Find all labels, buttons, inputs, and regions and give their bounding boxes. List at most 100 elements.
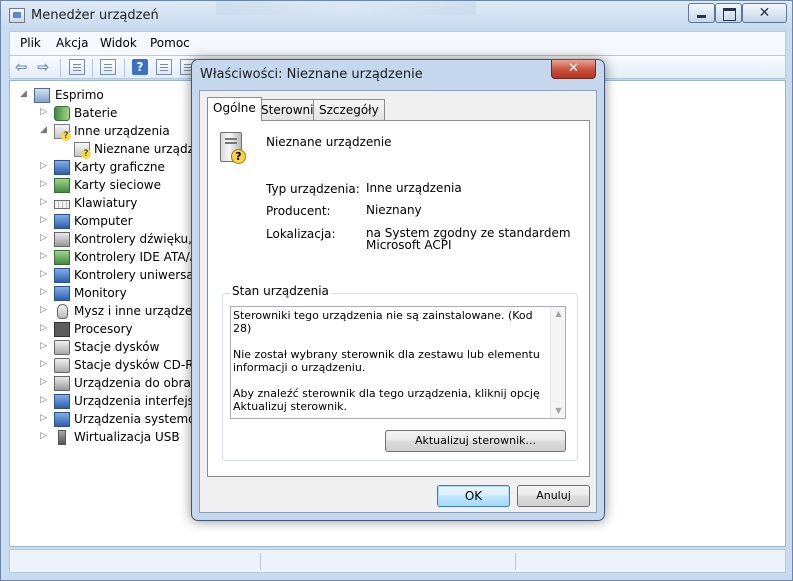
- expand-arrow-icon[interactable]: ▷: [40, 197, 47, 207]
- processor-icon: [54, 322, 70, 337]
- expand-arrow-icon[interactable]: ▷: [40, 107, 47, 117]
- tree-item-label: Karty sieciowe: [74, 178, 162, 192]
- help-icon[interactable]: ?: [132, 59, 148, 75]
- tab-szczegoly[interactable]: Szczegóły: [313, 99, 385, 120]
- monitor-icon: [54, 286, 70, 301]
- status-scrollbar[interactable]: ▲ ▼: [550, 307, 565, 418]
- ide-controller-icon: [54, 250, 70, 265]
- device-manager-icon: [9, 8, 25, 23]
- expand-arrow-icon[interactable]: ▷: [40, 287, 47, 297]
- display-adapter-icon: [54, 160, 70, 175]
- expand-arrow-icon[interactable]: ▷: [40, 341, 47, 351]
- tree-item-label: Kontrolery IDE ATA/AT: [74, 250, 205, 264]
- expand-arrow-icon[interactable]: ▷: [40, 251, 47, 261]
- ok-button[interactable]: OK: [437, 485, 510, 507]
- prop-label-manufacturer: Producent:: [266, 204, 331, 218]
- tab-panel-general: ? Nieznane urządzenie Typ urządzenia: In…: [207, 120, 590, 477]
- back-arrow-icon[interactable]: ⇦: [15, 59, 31, 75]
- device-name: Nieznane urządzenie: [266, 135, 392, 149]
- dialog-client: Ogólne Sterownik Szczegóły ? Nieznane ur…: [199, 90, 597, 513]
- properties-dialog: Właściwości: Nieznane urządzenie ✕ Ogóln…: [191, 59, 605, 521]
- prop-value-type: Inne urządzenia: [366, 181, 462, 195]
- scroll-down-icon[interactable]: ▼: [551, 404, 565, 418]
- status-line: Sterowniki tego urządzenia nie są zainst…: [233, 309, 533, 335]
- expand-arrow-icon[interactable]: ▷: [40, 269, 47, 279]
- prop-label-type: Typ urządzenia:: [266, 182, 360, 196]
- unknown-device-icon: [54, 124, 71, 141]
- expand-arrow-icon[interactable]: ▷: [40, 413, 47, 423]
- hid-icon: [54, 394, 70, 409]
- status-divider: [515, 553, 516, 570]
- tab-ogolne[interactable]: Ogólne: [207, 97, 262, 121]
- main-titlebar[interactable]: Menedżer urządzeń ✕: [1, 1, 792, 31]
- network-adapter-icon: [54, 178, 70, 193]
- computer-icon: [34, 88, 50, 103]
- toolbar-separator: [92, 59, 93, 77]
- expand-arrow-icon[interactable]: ▷: [40, 377, 47, 387]
- usb-icon: [58, 430, 66, 445]
- toolbar-separator: [124, 59, 125, 77]
- main-window-title: Menedżer urządzeń: [31, 8, 159, 23]
- minimize-button[interactable]: [688, 3, 715, 23]
- system-device-icon: [54, 412, 70, 427]
- close-button[interactable]: ✕: [742, 3, 787, 23]
- cancel-button[interactable]: Anuluj: [517, 485, 590, 507]
- tree-item-label: Inne urządzenia: [74, 124, 170, 138]
- unknown-device-icon: [74, 142, 91, 159]
- forward-arrow-icon[interactable]: ⇨: [37, 59, 53, 75]
- prop-value-manufacturer: Nieznany: [366, 203, 422, 217]
- expand-arrow-icon[interactable]: ▷: [40, 395, 47, 405]
- keyboard-icon: [54, 200, 70, 209]
- expand-arrow-icon[interactable]: ▷: [40, 431, 47, 441]
- computer-icon: [54, 214, 70, 229]
- battery-icon: [54, 106, 70, 121]
- expand-arrow-icon[interactable]: ▷: [40, 323, 47, 333]
- menu-widok[interactable]: Widok: [100, 36, 137, 50]
- prop-label-location: Lokalizacja:: [266, 227, 336, 241]
- tree-item-label: Wirtualizacja USB: [74, 430, 180, 444]
- maximize-button[interactable]: [715, 3, 742, 23]
- tree-item-label: Monitory: [74, 286, 127, 300]
- disk-drive-icon: [54, 340, 70, 355]
- tree-item-label: Komputer: [74, 214, 133, 228]
- tree-item-label: Klawiatury: [74, 196, 138, 210]
- menubar: Plik Akcja Widok Pomoc: [9, 31, 786, 55]
- tree-root-label: Esprimo: [55, 88, 104, 102]
- expand-arrow-icon[interactable]: ▷: [40, 179, 47, 189]
- question-badge-icon: ?: [231, 149, 246, 164]
- show-hide-tree-icon[interactable]: [69, 59, 85, 75]
- speaker-icon: [54, 232, 70, 247]
- background-window-ghost: [216, 1, 476, 15]
- status-text-content: Sterowniki tego urządzenia nie są zainst…: [233, 309, 549, 418]
- expand-arrow-icon[interactable]: ▷: [40, 161, 47, 171]
- action-pane-icon[interactable]: [156, 59, 172, 75]
- status-divider: [260, 553, 261, 570]
- collapse-arrow-icon[interactable]: ◢: [40, 125, 47, 135]
- tree-item-label: Stacje dysków: [74, 340, 160, 354]
- status-bar: [9, 549, 786, 573]
- device-status-textbox[interactable]: Sterowniki tego urządzenia nie są zainst…: [230, 306, 566, 419]
- dialog-close-button[interactable]: ✕: [551, 60, 596, 79]
- cdrom-icon: [54, 358, 70, 373]
- imaging-device-icon: [54, 376, 70, 391]
- menu-plik[interactable]: Plik: [20, 36, 41, 50]
- tree-item-label: Karty graficzne: [74, 160, 165, 174]
- usb-controller-icon: [54, 268, 70, 283]
- menu-pomoc[interactable]: Pomoc: [150, 36, 190, 50]
- device-status-label: Stan urządzenia: [230, 284, 331, 298]
- scroll-up-icon[interactable]: ▲: [551, 307, 565, 321]
- close-icon: ✕: [568, 61, 579, 76]
- expand-arrow-icon[interactable]: ▷: [40, 233, 47, 243]
- expand-arrow-icon[interactable]: ▷: [40, 305, 47, 315]
- update-driver-button[interactable]: Aktualizuj sterownik...: [385, 430, 566, 452]
- collapse-arrow-icon[interactable]: ◢: [20, 89, 27, 99]
- menu-akcja[interactable]: Akcja: [56, 36, 88, 50]
- mouse-icon: [57, 304, 68, 319]
- close-icon: ✕: [758, 5, 771, 21]
- dialog-title[interactable]: Właściwości: Nieznane urządzenie: [200, 67, 423, 82]
- expand-arrow-icon[interactable]: ▷: [40, 215, 47, 225]
- expand-arrow-icon[interactable]: ▷: [40, 359, 47, 369]
- tree-item-label: Procesory: [74, 322, 133, 336]
- status-line: Aby znaleźć sterownik dla tego urządzeni…: [233, 387, 540, 413]
- properties-icon[interactable]: [100, 59, 116, 75]
